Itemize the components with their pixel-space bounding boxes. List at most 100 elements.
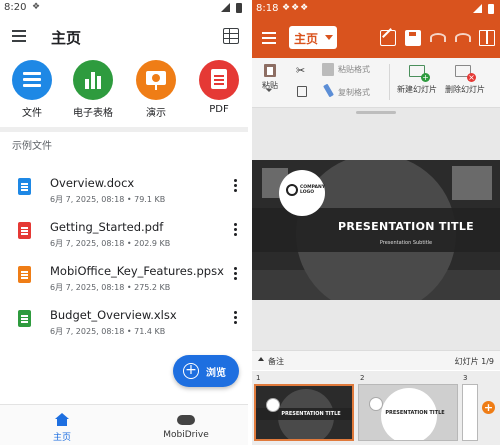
ribbon-tab-label: 主页 [294, 32, 319, 46]
category-documents[interactable]: 文件 [2, 60, 62, 119]
paste-icon[interactable] [264, 64, 276, 77]
category-label: 演示 [146, 108, 166, 119]
status-bar: 8:20 ❖ [0, 0, 248, 16]
menu-icon[interactable] [262, 32, 276, 44]
save-icon[interactable] [405, 30, 421, 46]
section-title: 示例文件 [12, 141, 52, 152]
new-slide-button[interactable]: 新建幻灯片 [397, 84, 437, 95]
home-screen: 8:20 ❖ 主页 文件 电子表格 演示 PDF 示例文件 Overview.d… [0, 0, 248, 445]
pdf-icon [199, 60, 239, 100]
current-slide[interactable]: COMPANY LOGO PRESENTATION TITLE Presenta… [252, 160, 500, 300]
edit-mode-icon[interactable] [380, 30, 396, 46]
menu-icon[interactable] [12, 30, 26, 42]
browse-button[interactable]: + 浏览 [173, 355, 239, 387]
nav-label: 主页 [52, 433, 71, 443]
chevron-up-icon [258, 357, 264, 361]
file-meta: 6月 7, 2025, 08:18 • 202.9 KB [50, 239, 171, 248]
ribbon-tab-selector[interactable]: 主页 [289, 26, 337, 49]
ppsx-file-icon [18, 266, 31, 283]
slide-thumbnail[interactable]: PRESENTATION TITLE [254, 384, 354, 441]
signal-icon [221, 3, 230, 12]
status-bar: 8:18 ❖❖❖ [252, 0, 500, 18]
thumbnail-title: PRESENTATION TITLE [385, 410, 445, 416]
status-time: 8:20 [4, 2, 27, 13]
notification-icons: ❖❖❖ [282, 3, 310, 13]
ribbon-separator [389, 64, 390, 100]
nav-mobidrive[interactable]: MobiDrive [124, 405, 248, 445]
category-label: 电子表格 [73, 108, 113, 119]
more-options-icon[interactable] [234, 223, 238, 237]
copy-format-button[interactable]: 复制格式 [338, 87, 370, 98]
logo-mark-icon [286, 184, 298, 196]
file-name: Getting_Started.pdf [50, 220, 164, 234]
reading-mode-icon[interactable] [479, 30, 495, 46]
battery-icon [488, 4, 494, 14]
file-meta: 6月 7, 2025, 08:18 • 79.1 KB [50, 195, 166, 204]
thumbnail-number: 2 [360, 374, 365, 382]
browse-label: 浏览 [206, 368, 226, 379]
delete-slide-button[interactable]: 删除幻灯片 [445, 84, 485, 95]
spreadsheet-icon [73, 60, 113, 100]
more-options-icon[interactable] [234, 311, 238, 325]
slide-counter: 幻灯片 1/9 [454, 357, 494, 366]
slide-canvas[interactable]: COMPANY LOGO PRESENTATION TITLE Presenta… [252, 108, 500, 350]
file-item[interactable]: MobiOffice_Key_Features.ppsx 6月 7, 2025,… [0, 258, 248, 298]
logo-text: COMPANY LOGO [300, 185, 325, 195]
file-item[interactable]: Getting_Started.pdf 6月 7, 2025, 08:18 • … [0, 214, 248, 254]
home-icon [55, 413, 69, 426]
app-bar: 主页 [0, 18, 248, 56]
more-options-icon[interactable] [234, 267, 238, 281]
signal-icon [473, 4, 482, 13]
company-logo: COMPANY LOGO [279, 170, 325, 216]
background-window [452, 166, 492, 200]
paste-format-button[interactable]: 粘贴格式 [338, 64, 370, 75]
paste-dropdown-icon[interactable] [266, 89, 272, 92]
presentation-icon [136, 60, 176, 100]
thumbnail-logo [369, 397, 383, 411]
chevron-down-icon [325, 35, 333, 40]
category-pdf[interactable]: PDF [189, 60, 249, 115]
thumbnail-title: PRESENTATION TITLE [281, 411, 341, 417]
undo-icon[interactable] [430, 33, 446, 42]
add-icon: + [183, 363, 199, 379]
nav-label: MobiDrive [163, 430, 209, 440]
slide-title[interactable]: PRESENTATION TITLE [252, 220, 500, 233]
slide-subtitle[interactable]: Presentation Subtitle [252, 240, 500, 246]
editor-toolbar: 主页 [252, 18, 500, 58]
docx-file-icon [18, 178, 31, 195]
slide-thumbnails: 1 PRESENTATION TITLE 2 PRESENTATION TITL… [252, 371, 500, 445]
thumbnail-logo [266, 398, 280, 412]
notes-label: 备注 [268, 357, 284, 366]
file-meta: 6月 7, 2025, 08:18 • 71.4 KB [50, 327, 166, 336]
category-presentations[interactable]: 演示 [126, 60, 186, 119]
paste-format-icon[interactable] [322, 63, 334, 76]
delete-slide-icon[interactable] [455, 65, 476, 82]
new-slide-icon[interactable] [409, 65, 430, 82]
ribbon-collapse-handle[interactable] [356, 111, 396, 114]
add-slide-icon[interactable]: + [482, 401, 495, 414]
cloud-icon [177, 415, 195, 425]
copy-icon[interactable] [297, 86, 307, 97]
format-painter-icon[interactable] [323, 83, 334, 98]
notes-bar[interactable]: 备注 幻灯片 1/9 [252, 350, 500, 370]
slide-thumbnail[interactable] [462, 384, 478, 441]
file-name: MobiOffice_Key_Features.ppsx [50, 264, 224, 278]
pdf-file-icon [18, 222, 31, 239]
thumbnail-number: 3 [463, 374, 468, 382]
xlsx-file-icon [18, 310, 31, 327]
slide-thumbnail[interactable]: PRESENTATION TITLE [358, 384, 458, 441]
status-time: 8:18 [256, 3, 279, 14]
grid-view-icon[interactable] [223, 28, 239, 44]
cut-icon[interactable]: ✂ [296, 64, 308, 77]
file-item[interactable]: Budget_Overview.xlsx 6月 7, 2025, 08:18 •… [0, 302, 248, 342]
more-options-icon[interactable] [234, 179, 238, 193]
redo-icon[interactable] [455, 33, 471, 42]
category-spreadsheets[interactable]: 电子表格 [63, 60, 123, 119]
ribbon: 粘贴 ✂ 粘贴格式 复制格式 新建幻灯片 删除幻灯片 [252, 58, 500, 108]
file-item[interactable]: Overview.docx 6月 7, 2025, 08:18 • 79.1 K… [0, 170, 248, 210]
file-meta: 6月 7, 2025, 08:18 • 275.2 KB [50, 283, 171, 292]
thumbnail-number: 1 [256, 374, 261, 382]
nav-home[interactable]: 主页 [0, 405, 124, 445]
battery-icon [236, 3, 242, 13]
category-row: 文件 电子表格 演示 PDF [0, 60, 248, 124]
